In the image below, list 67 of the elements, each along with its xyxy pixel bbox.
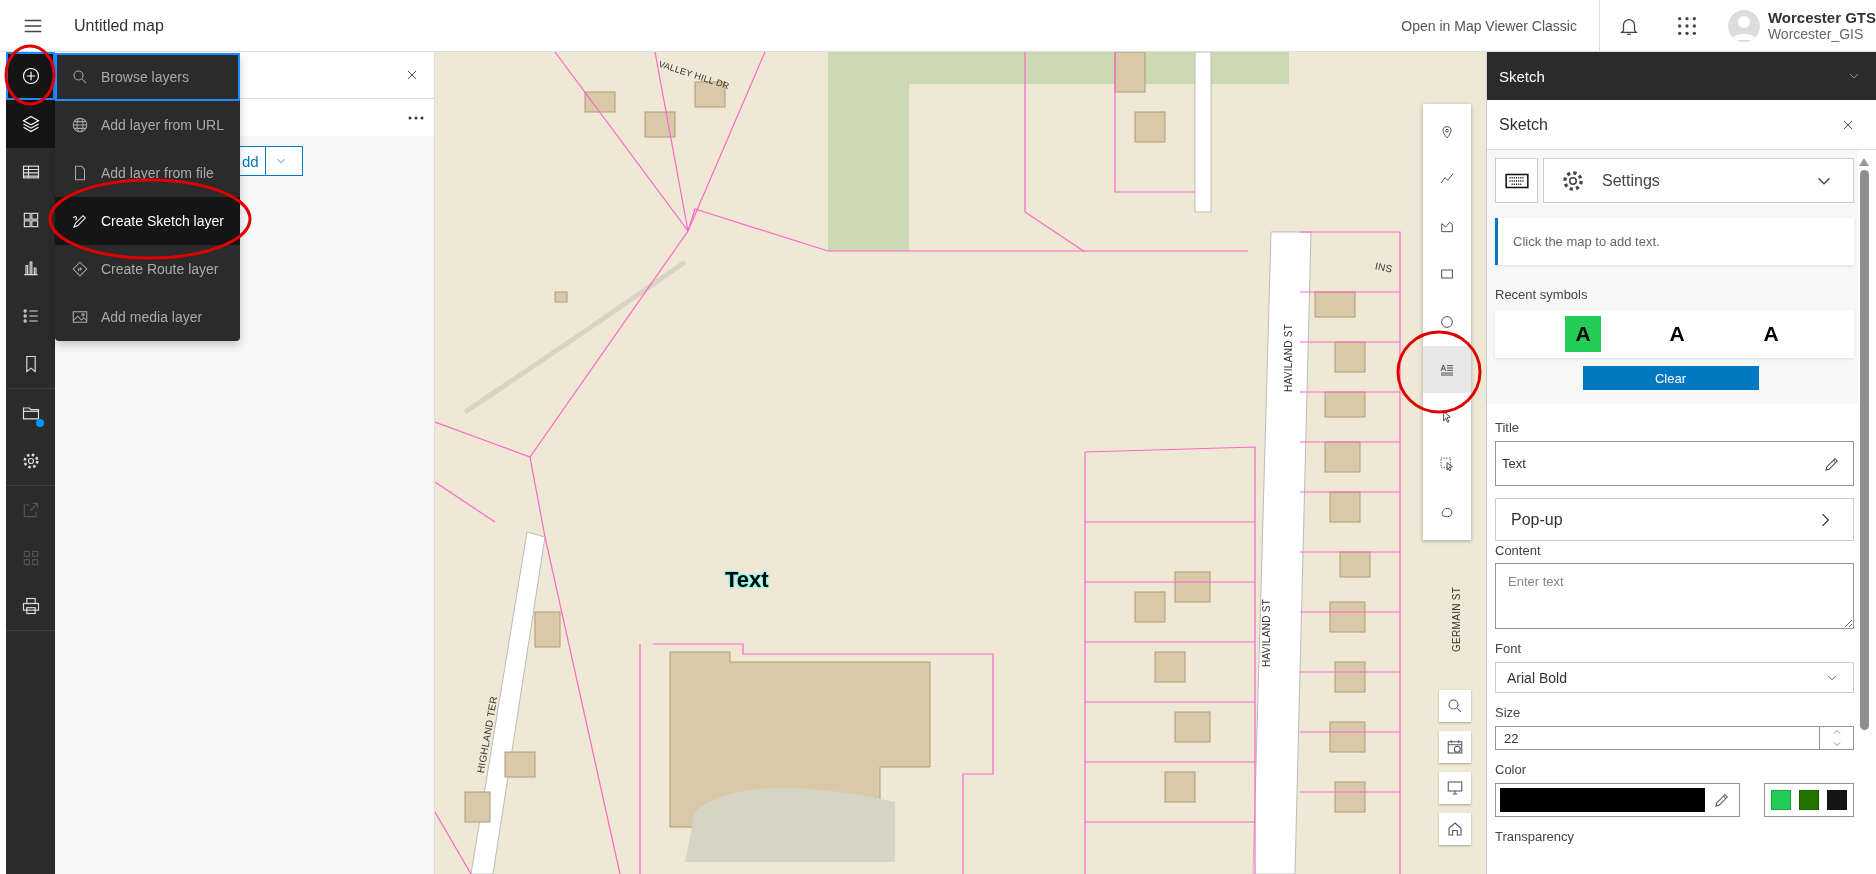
calendar-globe-icon	[1446, 738, 1464, 756]
keyboard-button[interactable]	[1495, 158, 1538, 203]
map-control-button[interactable]	[1439, 772, 1471, 804]
road-label: VALLEY HILL DR	[657, 58, 731, 92]
map-control-button[interactable]	[1439, 731, 1471, 763]
pin-icon	[1439, 123, 1455, 140]
globe-icon	[71, 116, 89, 134]
diamond-icon	[71, 260, 89, 278]
username: Worcester_GIS	[1767, 26, 1865, 42]
clear-button[interactable]: Clear	[1582, 366, 1759, 390]
map-title: Untitled map	[74, 16, 164, 35]
menu-item[interactable]: Add media layer	[55, 293, 240, 341]
pen-icon	[71, 212, 89, 230]
layers-icon	[20, 114, 41, 134]
popup-button[interactable]: Pop-up	[1495, 498, 1854, 541]
home-icon	[1446, 820, 1464, 838]
section-label: Recent symbols	[1495, 287, 1589, 302]
plus-circle-icon	[20, 66, 41, 86]
search-icon	[71, 68, 89, 86]
menu-item[interactable]: Create Route layer	[55, 245, 240, 293]
road-label: INS	[1374, 260, 1394, 275]
settings-dropdown[interactable]: Settings	[1543, 158, 1854, 203]
road-label: HAVILAND ST	[1261, 598, 1272, 667]
more-options-button[interactable]	[408, 115, 424, 120]
circle-icon	[1439, 313, 1455, 330]
scroll-arrow-icon	[1859, 158, 1869, 166]
road-label: HIGHLAND TER	[475, 695, 500, 774]
map-text-graphic[interactable]: Text	[725, 567, 769, 593]
color-swatch[interactable]	[1799, 790, 1819, 810]
apps-icon	[1675, 14, 1698, 37]
road-label: GERMAIN ST	[1451, 586, 1462, 652]
field-label: Transparency	[1495, 829, 1575, 844]
panel-title: Sketch	[1499, 67, 1545, 85]
text-symbol[interactable]: A	[1565, 316, 1601, 352]
field-label: Font	[1495, 641, 1522, 656]
menu-item[interactable]: Add layer from URL	[55, 101, 240, 149]
user-name: Worcester GTS	[1767, 9, 1876, 26]
selection-icon	[1439, 456, 1455, 473]
notice: Click the map to add text.	[1495, 218, 1854, 265]
map-viewer-classic-link[interactable]: Open in Map Viewer Classic	[1401, 0, 1600, 51]
scrollbar-thumb[interactable]	[1859, 170, 1869, 730]
image-icon	[71, 308, 89, 326]
map-control-button[interactable]	[1439, 690, 1471, 722]
font-dropdown[interactable]: Arial Bold	[1495, 662, 1854, 693]
action-button[interactable]	[6, 100, 55, 148]
field-label: Size	[1495, 705, 1522, 720]
color-field[interactable]	[1495, 783, 1740, 817]
color-swatch[interactable]	[1771, 790, 1791, 810]
menu-item[interactable]: Add layer from file	[55, 149, 240, 197]
content-field[interactable]: Enter text	[1495, 563, 1854, 629]
widget-title: Sketch	[1499, 115, 1548, 134]
ellipsis-icon	[408, 115, 424, 120]
monitor-icon	[1446, 779, 1464, 797]
field-label: Color	[1495, 762, 1528, 777]
size-field[interactable]: 22	[1495, 726, 1854, 750]
printer-icon	[20, 596, 41, 616]
annotation-ring	[4, 44, 56, 106]
map-control-button[interactable]	[1439, 813, 1471, 845]
menu-item[interactable]: Browse layers	[55, 53, 240, 101]
search-icon	[1446, 697, 1464, 715]
road-label: HAVILAND ST	[1283, 323, 1294, 392]
color-swatch[interactable]	[1827, 790, 1847, 810]
field-label: Title	[1495, 420, 1521, 435]
menu-item[interactable]: Create Sketch layer	[55, 197, 240, 245]
pencil-icon	[1713, 791, 1731, 809]
field-label: Content	[1495, 543, 1542, 558]
title-field[interactable]: Text	[1495, 441, 1854, 486]
